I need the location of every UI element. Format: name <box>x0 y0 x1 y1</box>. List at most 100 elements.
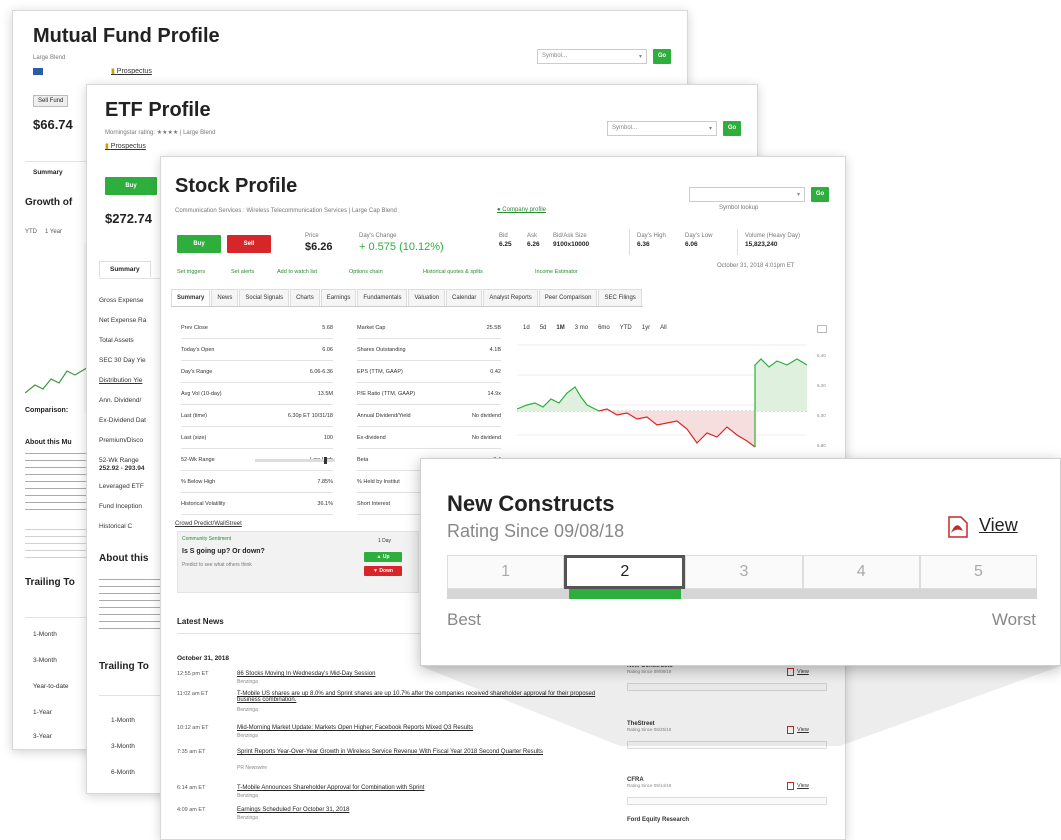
quote-label: 52-Wk Range <box>181 457 215 463</box>
news-item[interactable]: 4:09 am ET Earnings Scheduled For October… <box>177 807 617 827</box>
range-1m[interactable]: 1M <box>556 325 564 331</box>
expand-chart-icon[interactable] <box>817 325 827 333</box>
tab-sec-filings[interactable]: SEC Filings <box>598 289 642 306</box>
options-chain-link[interactable]: Options chain <box>349 269 383 275</box>
prospectus-link[interactable]: ▮ Prospectus <box>105 142 146 150</box>
range-all[interactable]: All <box>660 325 667 331</box>
ask-label: Ask <box>527 233 538 239</box>
sell-button[interactable]: Sell <box>227 235 271 253</box>
quote-label: Today's Open <box>181 347 215 353</box>
rating-badge-icon <box>33 68 43 75</box>
vote-down-button[interactable]: ▼ Down <box>364 566 402 576</box>
tab-news[interactable]: News <box>211 289 239 306</box>
disclaimer-text-block <box>25 525 95 559</box>
sentiment-question: Is S going up? Or down? <box>182 548 265 555</box>
rating-cell-4: 4 <box>802 555 920 589</box>
income-estimator-link[interactable]: Income Estimator <box>535 269 578 275</box>
worst-label: Worst <box>991 610 1036 629</box>
range-ytd[interactable]: YTD <box>25 229 37 235</box>
historical-quotes-link[interactable]: Historical quotes & splits <box>423 269 483 275</box>
list-item: 3-Month <box>111 743 135 750</box>
quote-row: Last (size) 100 <box>181 435 333 441</box>
range-ytd[interactable]: YTD <box>620 325 632 331</box>
tab-earnings[interactable]: Earnings <box>320 289 357 306</box>
list-item: Year-to-date <box>33 683 69 690</box>
rating-zoom-panel: New Constructs Rating Since 09/08/18 Vie… <box>420 458 1061 666</box>
y-tick: 6.40 <box>817 353 826 358</box>
about-heading: About this Mu <box>25 439 72 446</box>
list-item: 1-Month <box>33 631 57 638</box>
sell-fund-button[interactable]: Sell Fund <box>33 95 69 107</box>
news-item[interactable]: 6:14 am ET T-Mobile Announces Shareholder… <box>177 785 617 805</box>
symbol-input[interactable]: Symbol... ▾ <box>607 121 717 136</box>
news-headline[interactable]: Sprint Reports Year-Over-Year Growth in … <box>237 749 617 755</box>
pdf-icon[interactable] <box>945 515 971 539</box>
pdf-icon[interactable] <box>787 782 794 790</box>
tab-summary[interactable]: Summary <box>33 169 63 176</box>
tab-analyst-reports[interactable]: Analyst Reports <box>483 289 538 306</box>
range-1yr[interactable]: 1yr <box>642 325 650 331</box>
high-label: Day's High <box>637 233 666 239</box>
range-3mo[interactable]: 3 mo <box>575 325 588 331</box>
timestamp: October 31, 2018 4:01pm ET <box>717 263 795 269</box>
list-item[interactable]: Historical C <box>99 523 132 530</box>
rating-cell-3: 3 <box>685 555 803 589</box>
tab-social-signals[interactable]: Social Signals <box>239 289 290 306</box>
vote-up-button[interactable]: ▲ Up <box>364 552 402 562</box>
tab-valuation[interactable]: Valuation <box>408 289 446 306</box>
list-item: SEC 30 Day Yie <box>99 357 146 364</box>
symbol-input[interactable]: Symbol... ▾ <box>537 49 647 64</box>
tab-summary[interactable]: Summary <box>171 289 211 306</box>
buy-button[interactable]: Buy <box>177 235 221 253</box>
zoom-callout-shadow <box>420 666 1061 746</box>
tab-fundamentals[interactable]: Fundamentals <box>357 289 408 306</box>
quote-row: Prev Close 5.68 <box>181 325 333 331</box>
quote-row: P/E Ratio (TTM, GAAP) 14.9x <box>357 391 501 397</box>
growth-chart <box>25 243 95 413</box>
range-1d[interactable]: 1d <box>523 325 530 331</box>
go-button[interactable]: Go <box>811 187 829 202</box>
news-headline[interactable]: T-Mobile Announces Shareholder Approval … <box>237 785 617 791</box>
prospectus-link[interactable]: ▮ Prospectus <box>111 67 152 75</box>
quote-row: EPS (TTM, GAAP) 0.42 <box>357 369 501 375</box>
range-6mo[interactable]: 6mo <box>598 325 610 331</box>
view-report-link[interactable]: View <box>979 515 1018 536</box>
set-alerts-link[interactable]: Set alerts <box>231 269 254 275</box>
list-item: 1-Year <box>33 709 52 716</box>
set-triggers-link[interactable]: Set triggers <box>177 269 205 275</box>
go-button[interactable]: Go <box>653 49 671 64</box>
news-source: Benzinga <box>237 733 258 739</box>
about-heading: About this <box>99 553 149 564</box>
tab-charts[interactable]: Charts <box>290 289 320 306</box>
news-item[interactable]: 7:35 am ET Sprint Reports Year-Over-Year … <box>177 749 617 771</box>
news-date: October 31, 2018 <box>177 655 230 662</box>
go-button[interactable]: Go <box>723 121 741 136</box>
list-item: Leveraged ETF <box>99 483 144 490</box>
range-1-year[interactable]: 1 Year <box>45 229 62 235</box>
y-tick: 5.80 <box>817 443 826 448</box>
quote-label: Last (time) <box>181 413 207 419</box>
range-5d[interactable]: 5d <box>540 325 547 331</box>
tab-summary[interactable]: Summary <box>99 261 151 277</box>
quote-value: 0.42 <box>490 369 501 375</box>
tab-calendar[interactable]: Calendar <box>446 289 483 306</box>
rating-indicator <box>569 589 681 599</box>
tab-peer-comparison[interactable]: Peer Comparison <box>538 289 598 306</box>
quote-value: 7.85% <box>317 479 333 485</box>
news-time: 12:55 pm ET <box>177 671 209 677</box>
news-headline[interactable]: Earnings Scheduled For October 31, 2018 <box>237 807 617 813</box>
company-profile-link[interactable]: ● Company profile <box>497 207 546 213</box>
buy-button[interactable]: Buy <box>105 177 157 195</box>
rating-item: Ford Equity Research <box>627 817 833 839</box>
high-value: 6.36 <box>637 241 650 248</box>
bidask-label: Bid/Ask Size <box>553 233 587 239</box>
add-watch-list-link[interactable]: Add to watch list <box>277 269 317 275</box>
crowd-predict-link[interactable]: Crowd Predict/WallStreet <box>175 521 242 527</box>
list-item[interactable]: Distribution Yie <box>99 377 142 384</box>
symbol-input[interactable]: ▾ <box>689 187 805 202</box>
symbol-lookup-link[interactable]: Symbol lookup <box>719 205 758 211</box>
rating-view-link[interactable]: View <box>797 783 809 789</box>
rating-provider-title: New Constructs <box>447 491 615 516</box>
quote-row: Ex-dividend No dividend <box>357 435 501 441</box>
quote-value: 4.1B <box>489 347 501 353</box>
